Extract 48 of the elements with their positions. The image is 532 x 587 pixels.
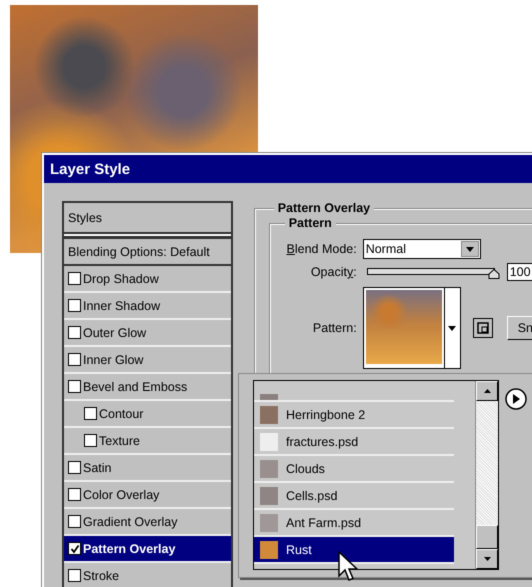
style-item[interactable]: Drop Shadow [64, 266, 231, 293]
pattern-item[interactable]: fractures.psd [254, 429, 454, 456]
opacity-label: Opacity: [310, 265, 357, 279]
slider-thumb[interactable] [488, 269, 500, 279]
checkbox[interactable] [68, 272, 81, 285]
pattern-item[interactable]: Cells.psd [254, 483, 454, 510]
pattern-picker[interactable] [362, 287, 461, 369]
down-arrow-icon[interactable] [484, 557, 490, 561]
pattern-thumbnail [260, 394, 278, 400]
checkbox[interactable] [68, 515, 81, 528]
pattern-label: Pattern: [312, 321, 357, 335]
blend-mode-label: Blend Mode: [286, 242, 357, 256]
style-item[interactable]: Contour [64, 401, 231, 428]
blending-options-item[interactable]: Blending Options: Default [64, 238, 231, 266]
checkbox[interactable] [68, 488, 81, 501]
checkbox[interactable] [68, 542, 81, 555]
pattern-item[interactable]: Rust [254, 537, 454, 564]
blend-mode-dropdown[interactable]: Normal [362, 239, 481, 259]
checkbox[interactable] [68, 461, 81, 474]
checkbox[interactable] [68, 353, 81, 366]
style-item[interactable]: Inner Glow [64, 347, 231, 374]
group-title: Pattern [284, 216, 336, 230]
style-item[interactable]: Stroke [64, 563, 231, 587]
checkbox[interactable] [84, 407, 97, 420]
pattern-item[interactable]: Clouds [254, 456, 454, 483]
checkbox[interactable] [68, 326, 81, 339]
checkbox[interactable] [68, 299, 81, 312]
style-item[interactable]: Bevel and Emboss [64, 374, 231, 401]
checkbox[interactable] [68, 380, 81, 393]
snap-button[interactable]: Sn [506, 316, 532, 340]
checkbox[interactable] [68, 569, 81, 582]
scroll-up-button[interactable] [476, 381, 498, 401]
style-item[interactable]: Color Overlay [64, 482, 231, 509]
style-item[interactable]: Satin [64, 455, 231, 482]
style-item[interactable]: Pattern Overlay [64, 536, 231, 563]
up-arrow-icon[interactable] [484, 389, 490, 393]
style-item[interactable]: Outer Glow [64, 320, 231, 347]
style-item[interactable]: Texture [64, 428, 231, 455]
scroll-down-button[interactable] [476, 549, 498, 569]
checkbox[interactable] [84, 434, 97, 447]
pattern-item[interactable]: Herringbone 2 [254, 402, 454, 429]
scroll-thumb[interactable] [476, 525, 498, 549]
opacity-field[interactable]: 100 [506, 263, 532, 281]
style-item[interactable]: Inner Shadow [64, 293, 231, 320]
scrollbar[interactable] [475, 381, 498, 569]
new-preset-button[interactable] [472, 318, 493, 338]
window-title: Layer Style [50, 160, 130, 178]
section-title: Pattern Overlay [274, 201, 374, 215]
